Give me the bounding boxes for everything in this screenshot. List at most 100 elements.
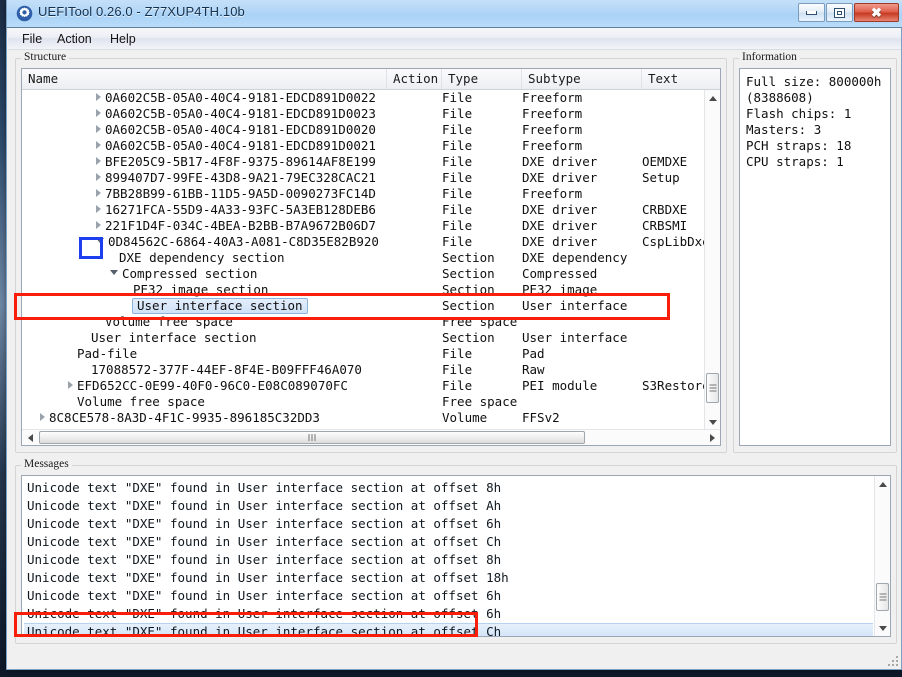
tree-row[interactable]: Volume free space Free space	[22, 394, 720, 410]
tree-row-name-cell: 899407D7-99FE-43D8-9A21-79EC328CAC21	[96, 170, 376, 186]
messages-scroll-thumb[interactable]	[876, 583, 889, 611]
tree-row-type-cell: File	[442, 138, 473, 153]
tree-row-name-cell: 8C8CE578-8A3D-4F1C-9935-896185C32DD3	[40, 410, 320, 426]
tree-vertical-scrollbar[interactable]	[704, 90, 720, 430]
menu-item-help[interactable]: Help	[104, 31, 142, 47]
tree-row-type-cell: File	[442, 106, 473, 121]
message-row[interactable]: Unicode text "DXE" found in User interfa…	[24, 515, 873, 533]
tree-row[interactable]: BFE205C9-5B17-4F8F-9375-89614AF8E199 File…	[22, 154, 720, 170]
expand-arrow-icon[interactable]	[96, 141, 101, 149]
tree-row[interactable]: 0A602C5B-05A0-40C4-9181-EDCD891D0021 File…	[22, 138, 720, 154]
expand-arrow-icon[interactable]	[68, 381, 73, 389]
tree-row-label: User interface section	[91, 330, 257, 345]
grip-icon	[709, 383, 716, 394]
tree-row-name-cell: Volume free space	[96, 314, 233, 330]
tree-row[interactable]: 0A602C5B-05A0-40C4-9181-EDCD891D0022 File…	[22, 90, 720, 106]
message-row[interactable]: Unicode text "DXE" found in User interfa…	[24, 569, 873, 587]
tree-hscroll-thumb[interactable]	[39, 431, 585, 444]
column-header-name[interactable]: Name	[22, 69, 387, 89]
tree-row[interactable]: PE32 image section Section PE32 image	[22, 282, 720, 298]
expand-arrow-icon[interactable]	[96, 205, 101, 213]
expand-arrow-icon[interactable]	[96, 189, 101, 197]
expand-arrow-icon[interactable]	[96, 221, 101, 229]
column-header-subtype[interactable]: Subtype	[522, 69, 642, 89]
tree-row[interactable]: User interface section Section User interf…	[22, 298, 720, 314]
tree-row-label: 16271FCA-55D9-4A33-93FC-5A3EB128DEB6	[105, 202, 376, 217]
tree-row-type-cell: Volume	[442, 410, 488, 425]
tree-row-type-cell: File	[442, 154, 473, 169]
expand-arrow-icon[interactable]	[96, 173, 101, 181]
tree-row[interactable]: 7BB28B99-61BB-11D5-9A5D-0090273FC14D File…	[22, 186, 720, 202]
messages-scroll-up-button[interactable]	[875, 476, 890, 492]
message-row[interactable]: Unicode text "DXE" found in User interfa…	[24, 605, 873, 623]
tree-row-name-cell: 0A602C5B-05A0-40C4-9181-EDCD891D0020	[96, 122, 376, 138]
chevron-up-icon	[708, 95, 717, 101]
tree-row-label: 7BB28B99-61BB-11D5-9A5D-0090273FC14D	[105, 186, 376, 201]
tree-row[interactable]: 0D84562C-6864-40A3-A081-C8D35E82B920 File…	[22, 234, 720, 250]
tree-row[interactable]: 17088572-377F-44EF-8F4E-B09FFF46A070 File…	[22, 362, 720, 378]
tree-row-subtype-cell: User interface	[522, 330, 628, 345]
column-header-action[interactable]: Action	[387, 69, 442, 89]
expand-arrow-icon[interactable]	[96, 109, 101, 117]
message-row[interactable]: Unicode text "DXE" found in User interfa…	[24, 533, 873, 551]
tree-row-type-cell: File	[442, 346, 473, 361]
tree-row[interactable]: 16271FCA-55D9-4A33-93FC-5A3EB128DEB6 File…	[22, 202, 720, 218]
tree-row-subtype-cell: DXE dependency	[522, 250, 628, 265]
column-header-type[interactable]: Type	[442, 69, 522, 89]
resize-grip[interactable]	[886, 654, 898, 666]
expand-arrow-icon[interactable]	[96, 125, 101, 133]
tree-row[interactable]: Pad-file File Pad	[22, 346, 720, 362]
tree-row-subtype-cell: PE32 image	[522, 282, 598, 297]
title-bar[interactable]: UEFITool 0.26.0 - Z77XUP4TH.10b ✖	[7, 0, 902, 28]
expand-arrow-icon[interactable]	[96, 157, 101, 165]
tree-row[interactable]: DXE dependency section Section DXE depende…	[22, 250, 720, 266]
tree-row-type-cell: Free space	[442, 314, 518, 329]
tree-row-subtype-cell: PEI module	[522, 378, 598, 393]
tree-row[interactable]: Compressed section Section Compressed	[22, 266, 720, 282]
message-row-selected[interactable]: Unicode text "DXE" found in User interfa…	[24, 623, 873, 636]
tree-row-label: PE32 image section	[133, 282, 269, 297]
tree-row[interactable]: User interface section Section User interf…	[22, 330, 720, 346]
chevron-up-icon	[878, 481, 887, 487]
tree-row[interactable]: 8C8CE578-8A3D-4F1C-9935-896185C32DD3 Volu…	[22, 410, 720, 426]
menu-item-file[interactable]: File	[16, 31, 48, 47]
collapse-arrow-icon[interactable]	[96, 238, 104, 243]
tree-row-label: Volume free space	[105, 314, 233, 329]
tree-scroll-down-button[interactable]	[705, 414, 720, 430]
tree-scroll-thumb[interactable]	[706, 373, 719, 403]
tree-row-type-cell: File	[442, 90, 473, 105]
message-row[interactable]: Unicode text "DXE" found in User interfa…	[24, 551, 873, 569]
tree-row[interactable]: 221F1D4F-034C-4BEA-B2BB-B7A9672B06D7 File…	[22, 218, 720, 234]
tree-scroll-right-button[interactable]	[704, 430, 720, 445]
tree-scroll-up-button[interactable]	[705, 90, 720, 106]
tree-row-name-cell: BFE205C9-5B17-4F8F-9375-89614AF8E199	[96, 154, 376, 170]
expand-arrow-icon[interactable]	[96, 93, 101, 101]
collapse-arrow-icon[interactable]	[110, 270, 118, 275]
tree-row-subtype-cell: DXE driver	[522, 154, 598, 169]
structure-tree[interactable]: Name Action Type Subtype Text 0A602C5B-0…	[21, 68, 721, 446]
menu-item-action[interactable]: Action	[51, 31, 98, 47]
tree-row-type-cell: File	[442, 218, 473, 233]
tree-row[interactable]: 0A602C5B-05A0-40C4-9181-EDCD891D0023 File…	[22, 106, 720, 122]
tree-row-name-cell: PE32 image section	[124, 282, 268, 298]
message-row[interactable]: Unicode text "DXE" found in User interfa…	[24, 479, 873, 497]
tree-row[interactable]: Volume free space Free space	[22, 314, 720, 330]
messages-vertical-scrollbar[interactable]	[874, 476, 890, 636]
close-button[interactable]: ✖	[854, 3, 899, 22]
messages-scroll-down-button[interactable]	[875, 620, 890, 636]
tree-row-label: 8C8CE578-8A3D-4F1C-9935-896185C32DD3	[49, 410, 320, 425]
tree-row-text-cell: S3Restore	[642, 378, 710, 393]
message-row[interactable]: Unicode text "DXE" found in User interfa…	[24, 497, 873, 515]
column-header-text[interactable]: Text	[642, 69, 705, 89]
message-row[interactable]: Unicode text "DXE" found in User interfa…	[24, 587, 873, 605]
tree-scroll-left-button[interactable]	[22, 430, 38, 445]
minimize-button[interactable]	[798, 3, 825, 22]
information-text[interactable]: Full size: 800000h (8388608) Flash chips: …	[739, 68, 891, 446]
tree-horizontal-scrollbar[interactable]	[22, 429, 720, 445]
tree-row[interactable]: 899407D7-99FE-43D8-9A21-79EC328CAC21 File…	[22, 170, 720, 186]
maximize-button[interactable]	[826, 3, 853, 22]
tree-row[interactable]: 0A602C5B-05A0-40C4-9181-EDCD891D0020 File…	[22, 122, 720, 138]
expand-arrow-icon[interactable]	[40, 413, 45, 421]
messages-list[interactable]: Unicode text "DXE" found in User interfa…	[21, 475, 891, 637]
tree-row[interactable]: EFD652CC-0E99-40F0-96C0-E08C089070FC File…	[22, 378, 720, 394]
